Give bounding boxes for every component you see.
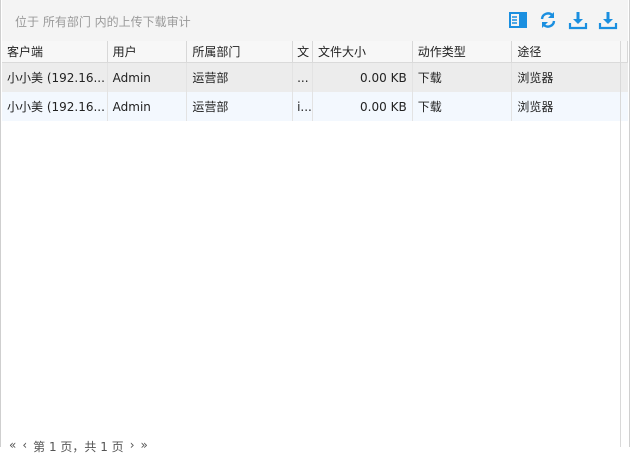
cell-dept: 运营部: [187, 63, 294, 92]
cell-user: Admin: [108, 63, 188, 92]
cell-dept: 运营部: [187, 92, 294, 121]
panel-title: 位于 所有部门 内的上传下载审计: [15, 15, 191, 29]
cell-action: 下载: [413, 92, 513, 121]
cell-size: 0.00 KB: [313, 63, 413, 92]
cell-client: 小小美 (192.16...: [2, 92, 108, 121]
cell-path: 浏览器: [517, 100, 554, 114]
audit-panel: 位于 所有部门 内的上传下载审计 客户端 用户 所属部门 文 文件大小 动作类型…: [0, 0, 630, 454]
export-icon[interactable]: [598, 10, 618, 30]
refresh-icon[interactable]: [538, 10, 558, 30]
col-user-header[interactable]: 用户: [108, 41, 188, 62]
col-client-header[interactable]: 客户端: [2, 41, 108, 62]
col-action-header[interactable]: 动作类型: [413, 41, 513, 62]
audit-table: 客户端 用户 所属部门 文 文件大小 动作类型 途径 小小美 (192.16..…: [2, 41, 628, 121]
scrollbar-divider: [620, 41, 621, 447]
cell-file: i...: [293, 92, 314, 121]
last-page-button[interactable]: »: [141, 438, 148, 452]
cell-file: ...: [293, 63, 314, 92]
cell-user: Admin: [108, 92, 188, 121]
cell-action: 下载: [413, 63, 513, 92]
columns-icon[interactable]: [508, 10, 528, 30]
col-dept-header[interactable]: 所属部门: [187, 41, 294, 62]
cell-size: 0.00 KB: [313, 92, 413, 121]
next-page-button[interactable]: ›: [130, 438, 135, 452]
cell-client: 小小美 (192.16...: [2, 63, 108, 92]
prev-page-button[interactable]: ‹: [22, 438, 27, 452]
col-file-header[interactable]: 文: [293, 41, 314, 62]
pagination: « ‹ 第 1 页，共 1 页 › »: [9, 438, 148, 454]
table-row[interactable]: 小小美 (192.16... Admin 运营部 i... 0.00 KB 下载…: [2, 92, 628, 121]
col-size-header[interactable]: 文件大小: [313, 41, 413, 62]
first-page-button[interactable]: «: [9, 438, 16, 452]
col-path-header[interactable]: 途径: [512, 41, 628, 62]
toolbar: [508, 10, 618, 30]
page-indicator: 第 1 页，共 1 页: [33, 440, 124, 454]
panel-header: 位于 所有部门 内的上传下载审计: [2, 0, 628, 42]
table-row[interactable]: 小小美 (192.16... Admin 运营部 ... 0.00 KB 下载 …: [2, 63, 628, 92]
download-icon[interactable]: [568, 10, 588, 30]
cell-path: 浏览器: [517, 71, 554, 85]
table-header: 客户端 用户 所属部门 文 文件大小 动作类型 途径: [2, 41, 628, 63]
